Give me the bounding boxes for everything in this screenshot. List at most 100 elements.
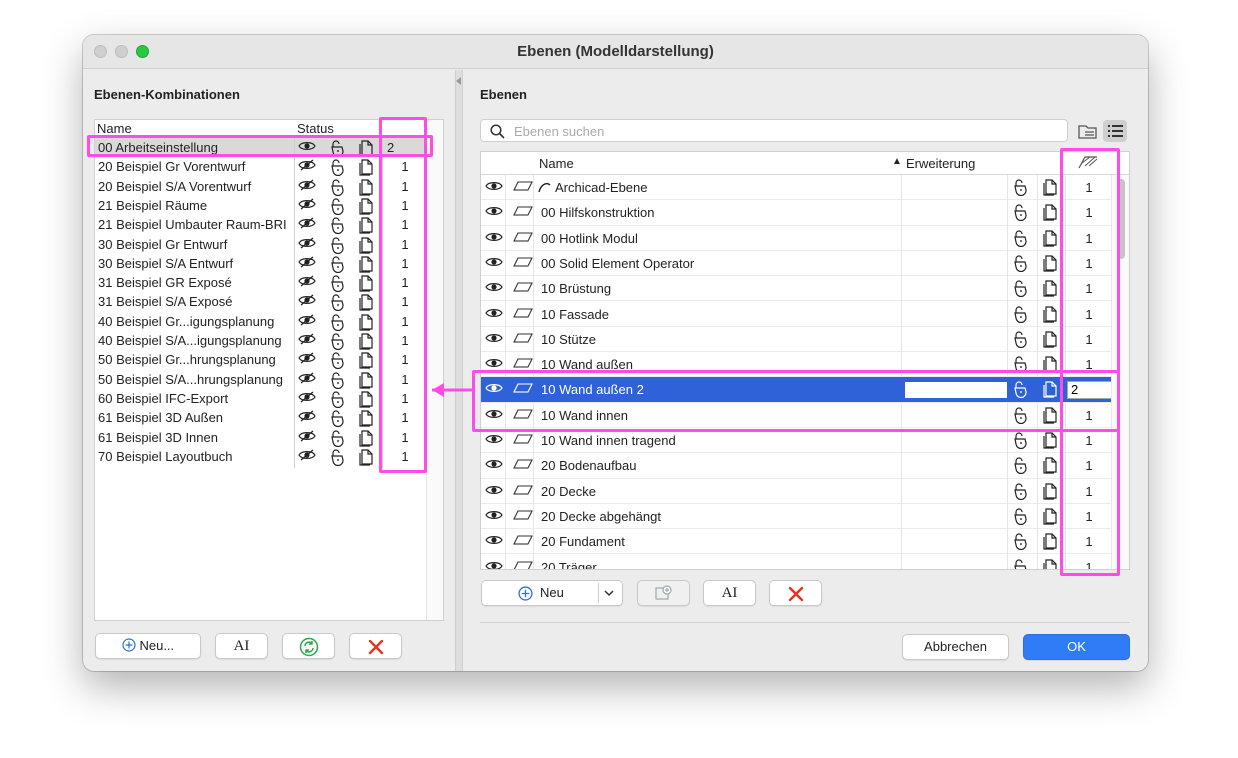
lock-icon[interactable] <box>1011 456 1029 475</box>
lock-icon[interactable] <box>1011 305 1029 323</box>
eye-icon[interactable] <box>485 533 503 547</box>
layer-icon[interactable] <box>513 281 533 293</box>
combination-row[interactable]: 50 Beispiel Gr...hrungsplanung 1 <box>95 350 427 370</box>
delete-layer-button[interactable] <box>769 580 822 606</box>
combination-row[interactable]: 70 Beispiel Layoutbuch 1 <box>95 447 427 466</box>
lock-icon[interactable] <box>1011 507 1029 525</box>
combination-row[interactable]: 61 Beispiel 3D Außen 1 <box>95 408 427 428</box>
page-icon[interactable] <box>1042 558 1060 569</box>
lock-icon[interactable] <box>1011 532 1029 551</box>
layer-icon[interactable] <box>513 332 533 344</box>
layer-row[interactable]: 00 Hotlink Modul 1 <box>481 226 1113 251</box>
lock-icon[interactable] <box>1011 482 1029 500</box>
ok-button[interactable]: OK <box>1023 634 1130 660</box>
combination-row[interactable]: 31 Beispiel GR Exposé 1 <box>95 273 427 293</box>
layer-icon[interactable] <box>513 458 533 470</box>
column-status[interactable]: Status <box>297 121 334 136</box>
layer-row[interactable]: 10 Fassade 1 <box>481 302 1113 327</box>
column-name[interactable]: Name <box>97 121 132 136</box>
lock-icon[interactable] <box>1011 203 1029 222</box>
page-icon[interactable] <box>1042 305 1060 323</box>
new-combination-button[interactable]: Neu... <box>95 633 201 659</box>
combination-row[interactable]: 30 Beispiel S/A Entwurf 1 <box>95 254 427 273</box>
combination-row[interactable]: 21 Beispiel Räume 1 <box>95 196 427 215</box>
combination-row[interactable]: 40 Beispiel Gr...igungsplanung 1 <box>95 312 427 331</box>
column-name[interactable]: Name <box>539 156 574 171</box>
layer-icon[interactable] <box>513 231 533 243</box>
eye-icon[interactable] <box>485 356 503 370</box>
search-field[interactable]: Ebenen suchen <box>480 119 1068 142</box>
page-icon[interactable] <box>1042 229 1060 247</box>
layer-icon[interactable] <box>513 357 533 369</box>
layer-row[interactable]: 20 Fundament 1 <box>481 529 1113 555</box>
eye-icon[interactable] <box>485 432 503 446</box>
lock-icon[interactable] <box>1011 229 1029 247</box>
new-layer-button[interactable]: Neu <box>481 580 623 606</box>
page-icon[interactable] <box>1042 254 1060 272</box>
page-icon[interactable] <box>1042 279 1060 297</box>
folder-view-icon[interactable] <box>1076 120 1100 142</box>
update-combination-button[interactable] <box>282 633 335 659</box>
lock-icon[interactable] <box>1011 431 1029 449</box>
page-icon[interactable] <box>1042 456 1060 474</box>
layer-row[interactable]: 20 Decke abgehängt 1 <box>481 504 1113 530</box>
eye-icon[interactable] <box>485 280 503 294</box>
layer-row[interactable]: Archicad-Ebene 1 <box>481 175 1113 201</box>
combination-row[interactable]: 50 Beispiel S/A...hrungsplanung 1 <box>95 370 427 389</box>
eye-icon[interactable] <box>485 306 503 320</box>
combination-row[interactable]: 30 Beispiel Gr Entwurf 1 <box>95 235 427 254</box>
layer-icon[interactable] <box>513 560 533 569</box>
lock-icon[interactable] <box>1011 558 1029 569</box>
layer-icon[interactable] <box>513 433 533 445</box>
lock-icon[interactable] <box>1011 254 1029 272</box>
page-icon[interactable] <box>1042 178 1060 196</box>
page-icon[interactable] <box>1042 203 1060 221</box>
combination-row[interactable]: 40 Beispiel S/A...igungsplanung 1 <box>95 331 427 350</box>
merge-layer-button[interactable] <box>637 580 690 606</box>
rename-layer-button[interactable]: AI <box>703 580 756 606</box>
lock-icon[interactable] <box>1011 178 1029 196</box>
layer-icon[interactable] <box>513 307 533 319</box>
layer-icon[interactable] <box>513 256 533 268</box>
split-divider[interactable] <box>455 70 463 671</box>
page-icon[interactable] <box>1042 482 1060 500</box>
page-icon[interactable] <box>1042 431 1060 449</box>
layer-row[interactable]: 00 Hilfskonstruktion 1 <box>481 200 1113 226</box>
combination-row[interactable]: 31 Beispiel S/A Exposé 1 <box>95 292 427 312</box>
page-icon[interactable] <box>1042 507 1060 525</box>
page-icon[interactable] <box>1042 330 1060 348</box>
eye-icon[interactable] <box>485 255 503 269</box>
layer-icon[interactable] <box>513 484 533 496</box>
eye-icon[interactable] <box>485 230 503 244</box>
list-view-icon[interactable] <box>1103 120 1127 142</box>
layer-row[interactable]: 10 Brüstung 1 <box>481 276 1113 302</box>
rename-combination-button[interactable]: AI <box>215 633 268 659</box>
layer-row[interactable]: 20 Decke 1 <box>481 479 1113 504</box>
layer-icon[interactable] <box>513 205 533 217</box>
layer-row[interactable]: 20 Bodenaufbau 1 <box>481 453 1113 479</box>
combination-row[interactable]: 21 Beispiel Umbauter Raum-BRI 1 <box>95 215 427 235</box>
layer-icon[interactable] <box>513 534 533 546</box>
eye-icon[interactable] <box>485 508 503 522</box>
combinations-scrollbar[interactable] <box>426 120 443 620</box>
chevron-down-icon[interactable] <box>604 590 614 597</box>
lock-icon[interactable] <box>1011 279 1029 298</box>
eye-icon[interactable] <box>485 559 503 569</box>
layer-icon[interactable] <box>513 180 533 192</box>
eye-icon[interactable] <box>485 331 503 345</box>
layer-row[interactable]: 00 Solid Element Operator 1 <box>481 251 1113 277</box>
eye-icon[interactable] <box>485 204 503 218</box>
layer-row[interactable]: 10 Stütze 1 <box>481 327 1113 353</box>
eye-icon[interactable] <box>485 483 503 497</box>
eye-icon[interactable] <box>485 457 503 471</box>
combination-row[interactable]: 61 Beispiel 3D Innen 1 <box>95 428 427 447</box>
cancel-button[interactable]: Abbrechen <box>902 634 1009 660</box>
eye-icon[interactable] <box>485 179 503 193</box>
layer-row[interactable]: 20 Träger 1 <box>481 555 1113 569</box>
combination-row[interactable]: 60 Beispiel IFC-Export 1 <box>95 389 427 408</box>
combination-row[interactable]: 20 Beispiel Gr Vorentwurf 1 <box>95 157 427 177</box>
lock-icon[interactable] <box>1011 330 1029 348</box>
column-extension[interactable]: Erweiterung <box>906 156 975 171</box>
collapse-arrow-icon[interactable] <box>456 77 461 85</box>
page-icon[interactable] <box>1042 532 1060 550</box>
